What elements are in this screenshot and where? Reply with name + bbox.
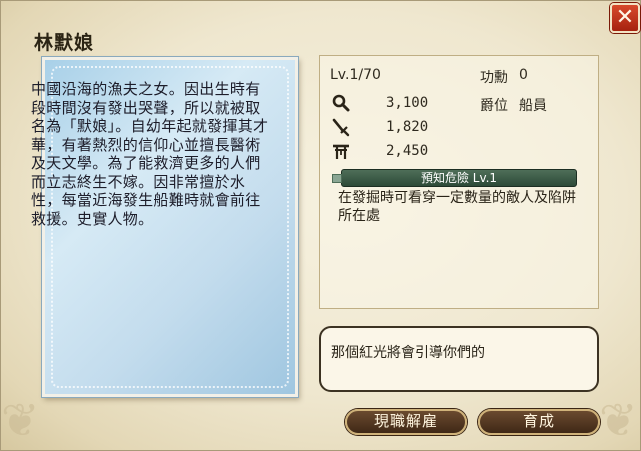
sword-icon [332,118,350,137]
stat-value: 3,100 [386,95,429,111]
corner-ornament: ❦ [599,393,638,447]
close-button[interactable]: ✕ [610,3,640,33]
merit-value: 0 [519,67,528,83]
character-name: 林默娘 [34,32,95,54]
shrine-icon [333,144,349,159]
skill-bar-stub [332,174,342,183]
dialog-text: 那個紅光將會引導你們的 [331,345,485,361]
train-button[interactable]: 育成 [478,409,600,435]
magnifier-icon [332,94,350,112]
rank-value: 船員 [519,98,547,114]
train-button-label: 育成 [522,412,555,430]
character-bio: 中國沿海的漁夫之女。因出生時有段時間沒有發出哭聲，所以就被取名為「默娘」。自幼年… [31,80,269,228]
level-text: Lv.1/70 [330,67,381,83]
character-panel: ❦ ❦ 林默娘 ✕ 中國沿海的漁夫之女。因出生時有段時間沒有發出哭聲，所以就被取… [0,0,641,451]
dismiss-button-label: 現職解雇 [373,412,438,430]
corner-ornament: ❦ [1,393,40,447]
close-icon: ✕ [615,5,635,30]
stat-value: 1,820 [386,119,429,135]
skill-name: 預知危險 Lv.1 [420,171,498,185]
merit-label: 功勳 [480,70,508,86]
skill-description: 在發掘時可看穿一定數量的敵人及陷阱所在處 [338,190,576,224]
skill-name-bar: 預知危險 Lv.1 [332,169,577,187]
stat-value: 2,450 [386,143,429,159]
rank-label: 爵位 [480,98,508,114]
dismiss-button[interactable]: 現職解雇 [345,409,467,435]
